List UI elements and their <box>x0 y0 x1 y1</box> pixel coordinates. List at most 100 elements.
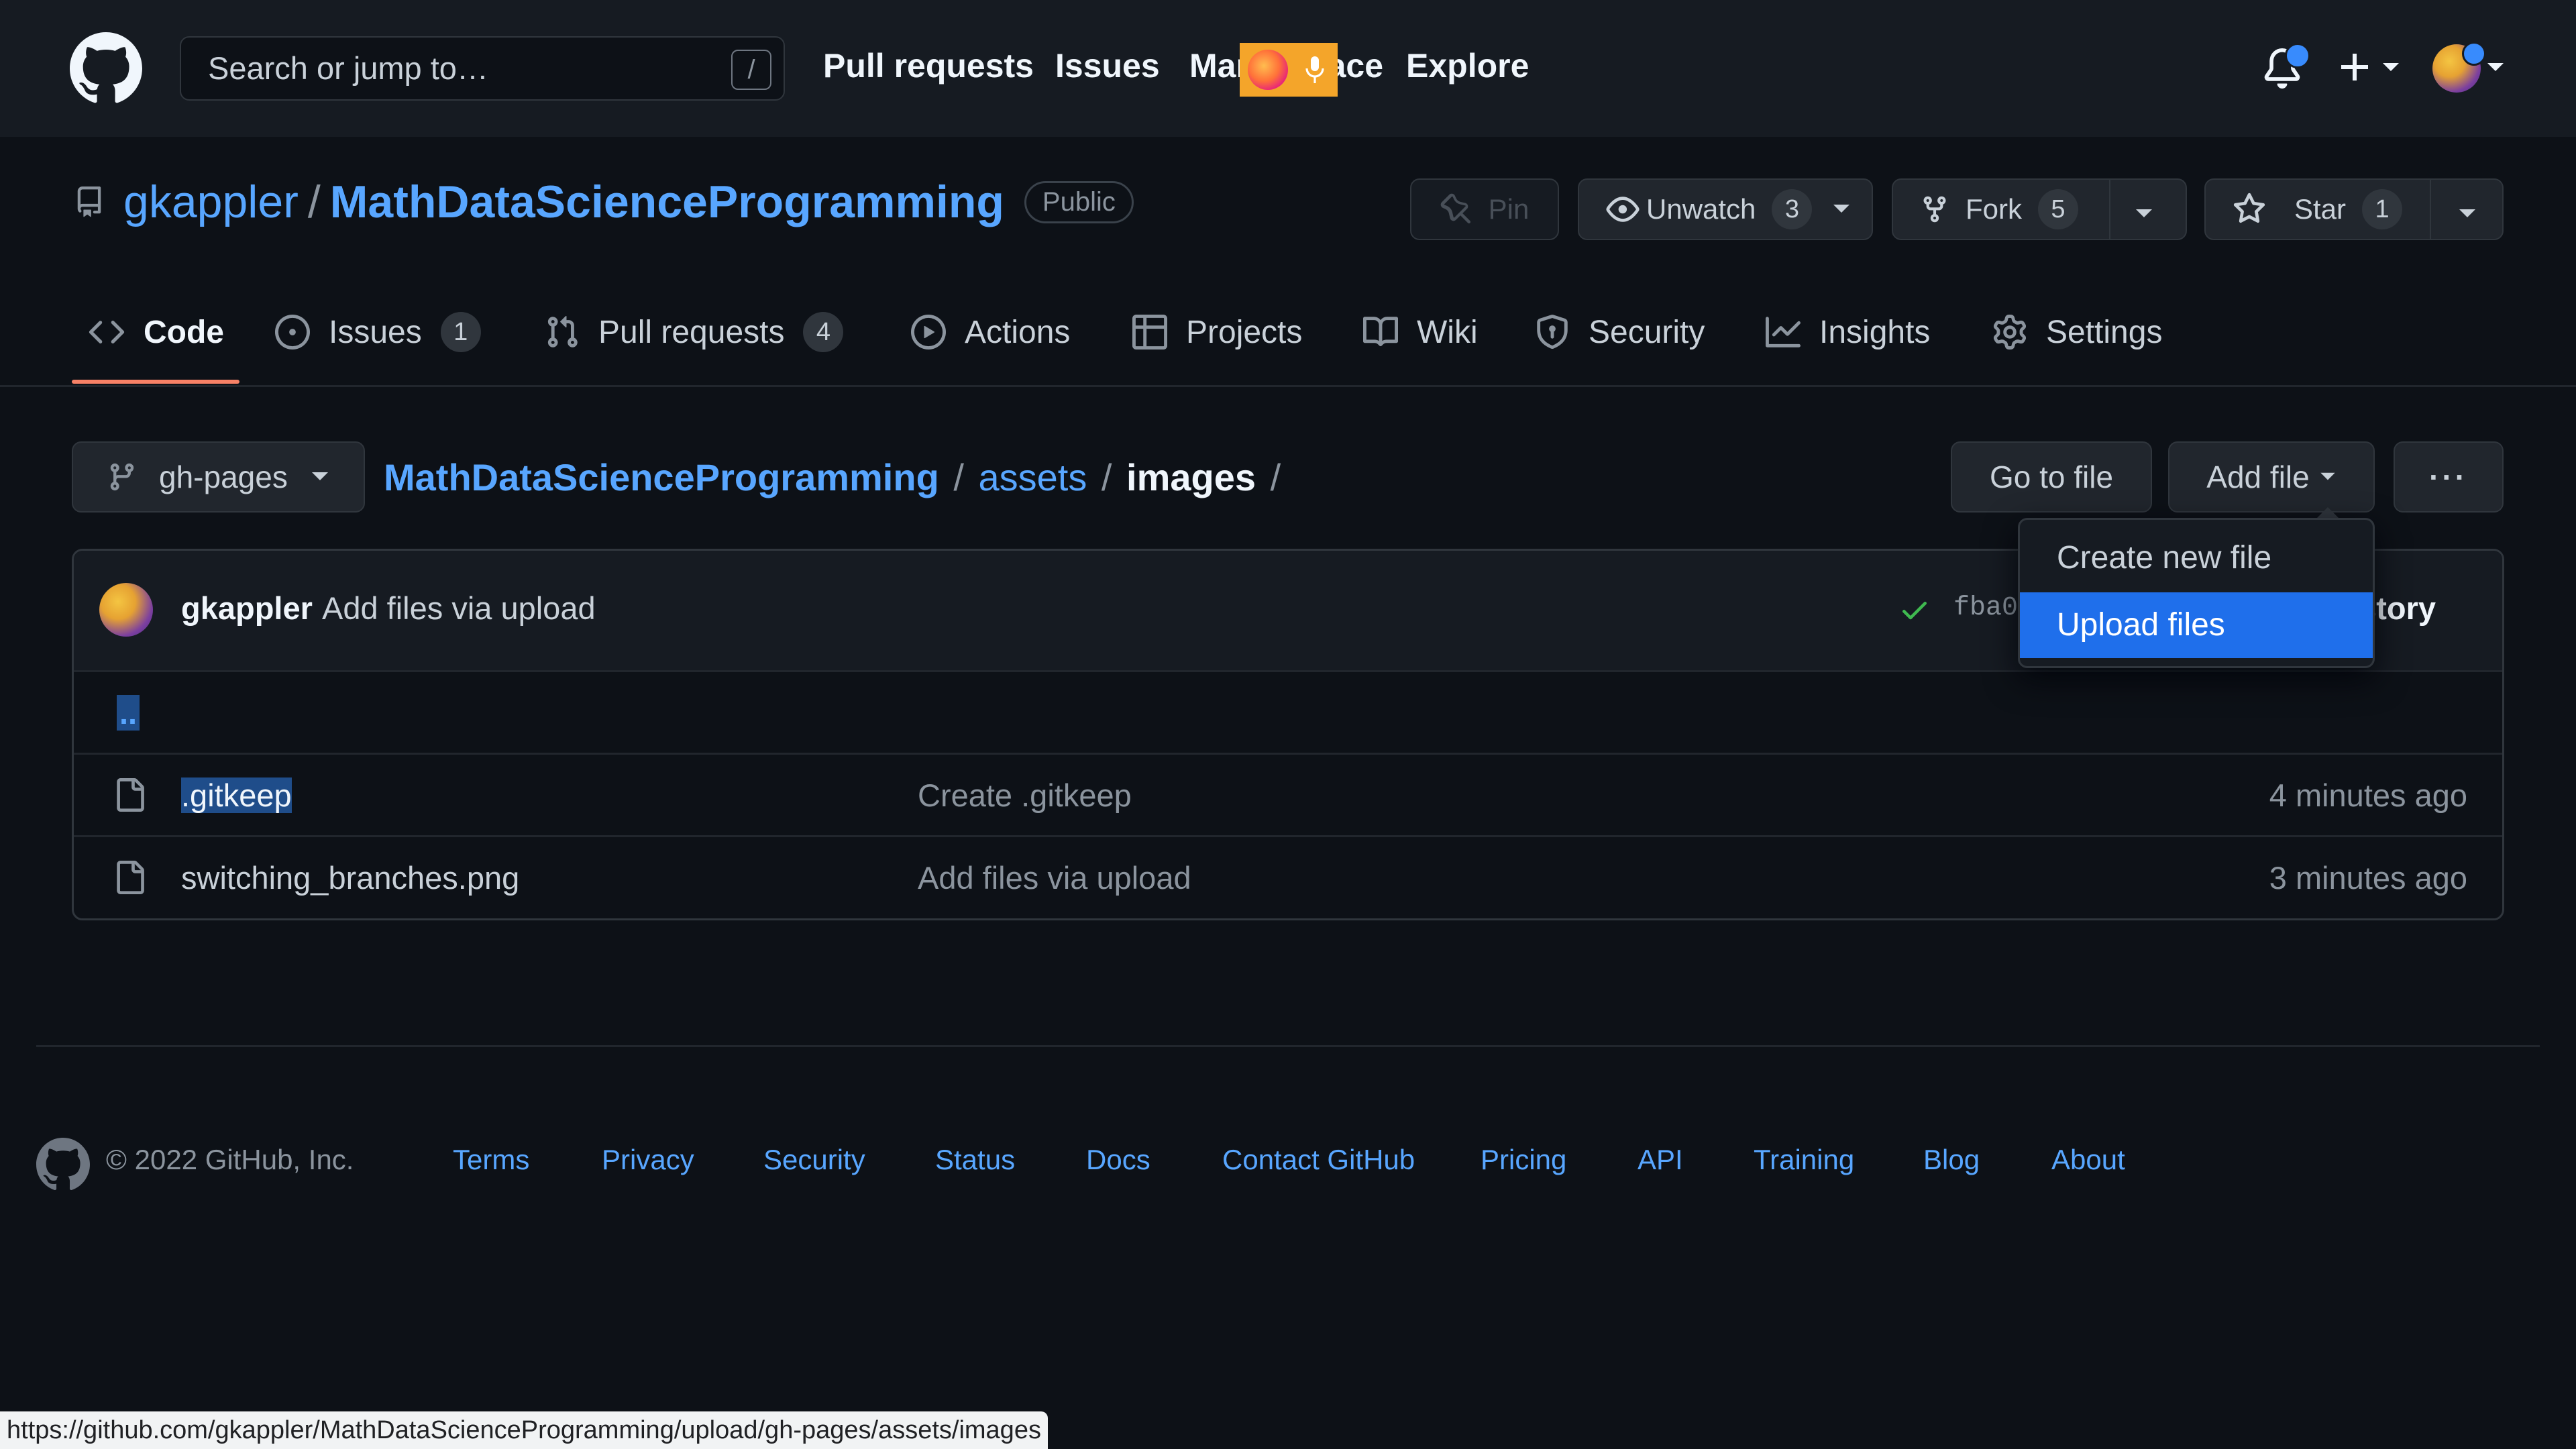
browser-sharing-indicator[interactable] <box>1240 43 1338 97</box>
branch-selector-button[interactable]: gh-pages <box>72 441 365 513</box>
nav-explore[interactable]: Explore <box>1406 0 1529 131</box>
star-label: Star <box>2294 193 2347 225</box>
more-options-button[interactable]: ··· <box>2394 441 2504 513</box>
footer-link-docs[interactable]: Docs <box>1086 1144 1150 1176</box>
tab-projects-label: Projects <box>1186 314 1303 350</box>
fork-count: 5 <box>2038 189 2078 229</box>
repo-separator: / <box>307 176 321 227</box>
firefox-icon <box>1248 50 1288 90</box>
watch-count: 3 <box>1772 189 1813 229</box>
table-row[interactable]: .gitkeep Create .gitkeep 4 minutes ago <box>74 753 2502 837</box>
tab-wiki[interactable]: Wiki <box>1363 295 1478 369</box>
footer-link-api[interactable]: API <box>1638 1144 1683 1176</box>
tab-pull-requests-label: Pull requests <box>598 314 785 350</box>
tab-security[interactable]: Security <box>1535 295 1705 369</box>
repo-owner-link[interactable]: gkappler <box>123 176 299 228</box>
commit-author-avatar[interactable] <box>99 583 153 637</box>
commit-author-link[interactable]: gkappler <box>181 551 313 666</box>
tabs-bottom-border <box>0 385 2576 387</box>
commit-message-link[interactable]: Add files via upload <box>322 551 596 666</box>
repo-name-link[interactable]: MathDataScienceProgramming <box>330 176 1004 228</box>
footer-link-contact[interactable]: Contact GitHub <box>1222 1144 1415 1176</box>
footer-link-terms[interactable]: Terms <box>453 1144 529 1176</box>
file-commit-time: 3 minutes ago <box>2269 860 2467 896</box>
go-to-file-button[interactable]: Go to file <box>1951 441 2152 513</box>
pin-icon <box>1440 193 1472 225</box>
notifications-bell-icon[interactable] <box>2262 43 2310 89</box>
create-new-plus-icon[interactable] <box>2337 50 2404 85</box>
fork-label: Fork <box>1966 193 2022 225</box>
breadcrumb-root-link[interactable]: MathDataScienceProgramming <box>384 456 939 498</box>
menu-item-create-new-file[interactable]: Create new file <box>2020 525 2373 591</box>
pin-button[interactable]: Pin <box>1410 178 1559 240</box>
footer-copyright: © 2022 GitHub, Inc. <box>106 1144 354 1175</box>
github-logo-icon[interactable] <box>70 32 142 105</box>
add-file-caret-down-icon <box>2319 472 2337 482</box>
breadcrumb-current: images <box>1126 456 1256 498</box>
check-icon <box>1898 594 1931 626</box>
footer-link-privacy[interactable]: Privacy <box>602 1144 694 1176</box>
file-commit-message[interactable]: Add files via upload <box>918 837 1191 919</box>
gear-icon <box>1992 315 2027 350</box>
breadcrumb-sep-1: / <box>953 456 964 498</box>
tab-issues[interactable]: Issues 1 <box>275 295 481 369</box>
tab-code[interactable]: Code <box>89 295 224 369</box>
notification-dot <box>2285 43 2310 68</box>
fork-caret-down-icon[interactable] <box>2135 208 2153 220</box>
github-footer-logo-icon[interactable] <box>36 1138 90 1191</box>
footer-link-training[interactable]: Training <box>1754 1144 1854 1176</box>
add-file-label: Add file <box>2206 460 2310 494</box>
microphone-icon <box>1304 55 1326 85</box>
star-button[interactable]: Star 1 <box>2204 178 2504 240</box>
footer-link-blog[interactable]: Blog <box>1923 1144 1980 1176</box>
footer-link-security[interactable]: Security <box>763 1144 865 1176</box>
table-row-parent[interactable]: .. <box>74 670 2502 754</box>
breadcrumb-assets-link[interactable]: assets <box>978 456 1087 498</box>
tab-issues-count: 1 <box>440 312 481 352</box>
breadcrumb-trailing: / <box>1270 456 1281 498</box>
unwatch-button[interactable]: Unwatch 3 <box>1578 178 1873 240</box>
add-file-button[interactable]: Add file <box>2168 441 2375 513</box>
footer-link-pricing[interactable]: Pricing <box>1481 1144 1566 1176</box>
tab-pull-requests[interactable]: Pull requests 4 <box>545 295 844 369</box>
parent-directory-link[interactable]: .. <box>117 695 140 731</box>
file-name-link[interactable]: switching_branches.png <box>181 837 519 919</box>
add-file-menu: Create new file Upload files <box>2018 518 2375 668</box>
link-status-url: https://github.com/gkappler/MathDataScie… <box>0 1411 1048 1449</box>
nav-issues[interactable]: Issues <box>1055 0 1160 131</box>
tab-insights[interactable]: Insights <box>1766 295 1930 369</box>
pin-label: Pin <box>1488 193 1529 225</box>
footer-divider <box>36 1045 2540 1047</box>
global-header: Search or jump to… / Pull requests Issue… <box>0 0 2576 137</box>
footer-link-status[interactable]: Status <box>935 1144 1015 1176</box>
fork-divider <box>2109 180 2110 239</box>
table-row[interactable]: switching_branches.png Add files via upl… <box>74 835 2502 919</box>
avatar-caret-down-icon[interactable] <box>2486 60 2505 74</box>
footer-link-about[interactable]: About <box>2051 1144 2125 1176</box>
tab-projects[interactable]: Projects <box>1132 295 1302 369</box>
visibility-badge: Public <box>1024 180 1134 223</box>
star-count: 1 <box>2362 189 2403 229</box>
repo-title: gkappler / MathDataScienceProgramming Pu… <box>74 172 1134 232</box>
tab-settings[interactable]: Settings <box>1992 295 2162 369</box>
nav-pull-requests[interactable]: Pull requests <box>823 0 1034 131</box>
tab-insights-label: Insights <box>1819 314 1931 350</box>
tab-actions-label: Actions <box>965 314 1071 350</box>
kebab-horizontal-icon: ··· <box>2429 460 2468 494</box>
commit-sha-link[interactable]: fba0 <box>1953 551 2018 666</box>
file-commit-message[interactable]: Create .gitkeep <box>918 755 1132 837</box>
graph-icon <box>1766 315 1801 350</box>
code-icon <box>89 314 125 350</box>
search-input[interactable]: Search or jump to… / <box>180 36 785 101</box>
tab-code-label: Code <box>144 314 224 350</box>
star-caret-down-icon[interactable] <box>2458 208 2477 220</box>
menu-item-upload-files[interactable]: Upload files <box>2020 592 2373 658</box>
fork-button[interactable]: Fork 5 <box>1892 178 2187 240</box>
go-to-file-label: Go to file <box>1989 460 2114 494</box>
file-icon <box>113 776 146 814</box>
file-name-link[interactable]: .gitkeep <box>181 777 292 813</box>
tab-security-label: Security <box>1589 314 1705 350</box>
file-icon <box>113 859 146 896</box>
tab-actions[interactable]: Actions <box>911 295 1070 369</box>
star-icon <box>2233 193 2266 226</box>
